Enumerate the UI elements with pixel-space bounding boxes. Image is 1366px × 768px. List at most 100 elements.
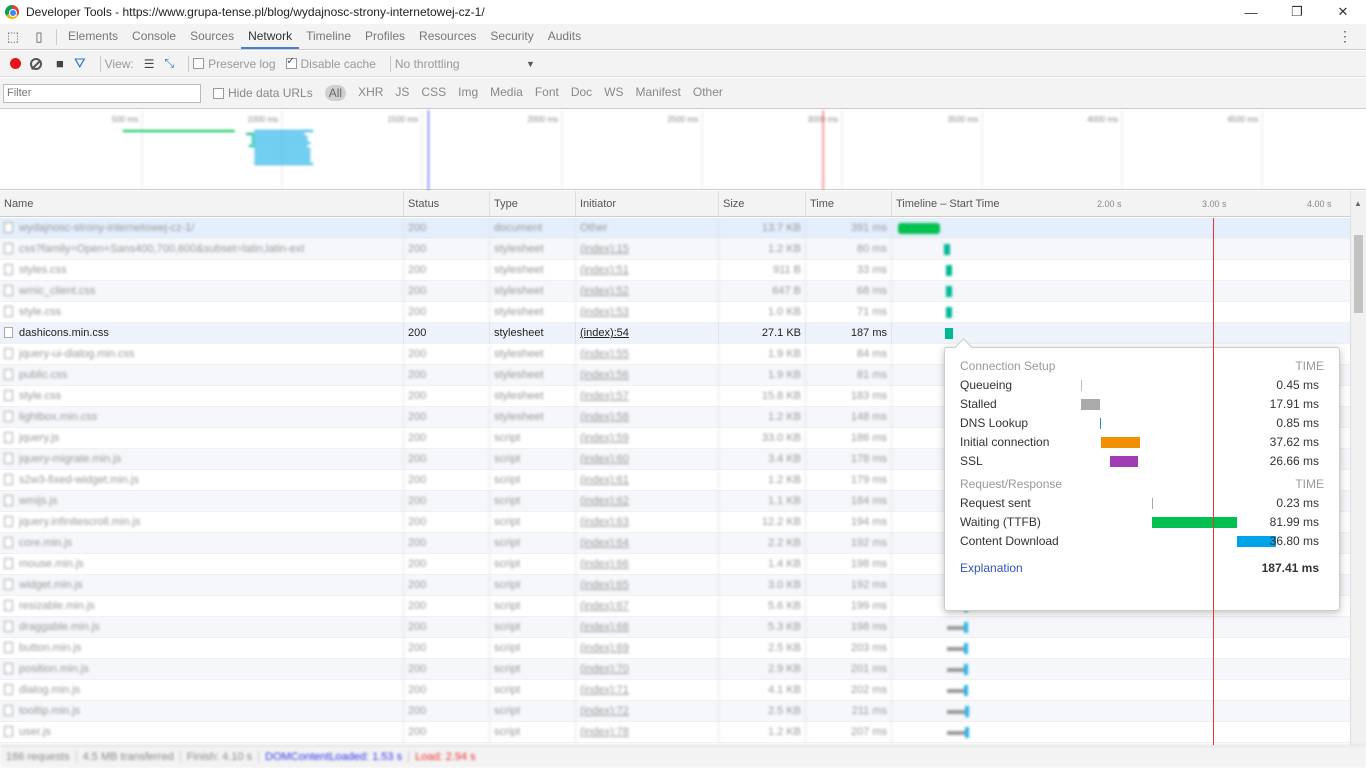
column-timeline[interactable]: Timeline – Start Time 2.00 s 3.00 s 4.00…: [892, 191, 1350, 216]
initiator-link[interactable]: (index):51: [580, 264, 629, 276]
more-options-icon[interactable]: ⋮: [1338, 28, 1352, 45]
tab-resources[interactable]: Resources: [412, 24, 483, 49]
name-cell[interactable]: dashicons.min.css: [0, 323, 404, 344]
name-cell[interactable]: jquery.infinitescroll.min.js: [0, 512, 404, 533]
name-cell[interactable]: position.min.js: [0, 659, 404, 680]
initiator-link[interactable]: (index):65: [580, 579, 629, 591]
table-row[interactable]: tooltip.min.js 200 script (index):72 2.5 KB 2…: [0, 701, 1350, 722]
initiator-link[interactable]: (index):67: [580, 600, 629, 612]
table-row[interactable]: draggable.min.js 200 script (index):68 5.3 K…: [0, 617, 1350, 638]
tab-sources[interactable]: Sources: [183, 24, 241, 49]
tab-security[interactable]: Security: [483, 24, 540, 49]
filter-type-other[interactable]: Other: [693, 85, 723, 101]
vertical-scrollbar[interactable]: ▲: [1350, 191, 1366, 745]
name-cell[interactable]: public.css: [0, 365, 404, 386]
table-row[interactable]: position.min.js 200 script (index):70 2.9 KB…: [0, 659, 1350, 680]
device-mode-icon[interactable]: ▯: [26, 25, 52, 49]
name-cell[interactable]: jquery-ui-dialog.min.css: [0, 344, 404, 365]
initiator-link[interactable]: (index):55: [580, 348, 629, 360]
initiator-link[interactable]: (index):66: [580, 558, 629, 570]
filter-type-manifest[interactable]: Manifest: [636, 85, 681, 101]
filter-icon[interactable]: ⛛: [74, 55, 86, 72]
initiator-link[interactable]: (index):56: [580, 369, 629, 381]
capture-screenshots-icon[interactable]: ■: [56, 56, 64, 71]
name-cell[interactable]: widget.min.js: [0, 575, 404, 596]
table-row[interactable]: dialog.min.js 200 script (index):71 4.1 KB 20…: [0, 680, 1350, 701]
filter-type-xhr[interactable]: XHR: [358, 85, 383, 101]
inspect-element-icon[interactable]: ⬚: [0, 25, 26, 49]
minimize-button[interactable]: —: [1228, 0, 1274, 24]
restore-button[interactable]: ❐: [1274, 0, 1320, 24]
name-cell[interactable]: wydajnosc-strony-internetowej-cz-1/: [0, 218, 404, 239]
initiator-link[interactable]: (index):54: [580, 327, 629, 339]
close-button[interactable]: ✕: [1320, 0, 1366, 24]
initiator-link[interactable]: (index):70: [580, 663, 629, 675]
column-name[interactable]: Name: [0, 191, 404, 216]
column-time[interactable]: Time: [806, 191, 892, 216]
clear-button[interactable]: [30, 57, 42, 70]
initiator-link[interactable]: (index):58: [580, 411, 629, 423]
initiator-link[interactable]: (index):72: [580, 705, 629, 717]
explanation-link[interactable]: Explanation: [960, 555, 1023, 581]
tab-elements[interactable]: Elements: [61, 24, 125, 49]
filter-type-ws[interactable]: WS: [604, 85, 623, 101]
filter-type-img[interactable]: Img: [458, 85, 478, 101]
filter-type-font[interactable]: Font: [535, 85, 559, 101]
name-cell[interactable]: s2w3-fixed-widget.min.js: [0, 470, 404, 491]
table-row[interactable]: styles.css 200 stylesheet (index):51 911 B 33…: [0, 260, 1350, 281]
initiator-link[interactable]: (index):63: [580, 516, 629, 528]
preserve-log-checkbox[interactable]: Preserve log: [193, 57, 276, 71]
name-cell[interactable]: core.min.js: [0, 533, 404, 554]
filter-type-media[interactable]: Media: [490, 85, 523, 101]
filter-type-all[interactable]: All: [324, 85, 347, 101]
tab-profiles[interactable]: Profiles: [358, 24, 412, 49]
name-cell[interactable]: styles.css: [0, 260, 404, 281]
name-cell[interactable]: css?family=Open+Sans400,700,600&subset=l…: [0, 239, 404, 260]
initiator-link[interactable]: (index):57: [580, 390, 629, 402]
throttling-select[interactable]: No throttling ▼: [395, 57, 535, 71]
table-row[interactable]: user.js 200 script (index):78 1.2 KB 207 ms: [0, 722, 1350, 743]
scrollbar-thumb[interactable]: [1354, 235, 1363, 313]
hide-data-urls-checkbox[interactable]: Hide data URLs: [213, 86, 313, 100]
tab-timeline[interactable]: Timeline: [299, 24, 358, 49]
checkbox-checked-icon[interactable]: [285, 56, 297, 69]
initiator-link[interactable]: (index):69: [580, 642, 629, 654]
initiator-link[interactable]: (index):62: [580, 495, 629, 507]
checkbox-icon[interactable]: [213, 87, 224, 99]
large-rows-icon[interactable]: ☰: [144, 57, 155, 71]
scroll-up-icon[interactable]: ▲: [1354, 199, 1362, 208]
name-cell[interactable]: tooltip.min.js: [0, 701, 404, 722]
record-button[interactable]: [10, 58, 21, 69]
name-cell[interactable]: wmic_client.css: [0, 281, 404, 302]
column-type[interactable]: Type: [490, 191, 576, 216]
table-row[interactable]: css?family=Open+Sans400,700,600&subset=l…: [0, 239, 1350, 260]
disable-cache-checkbox[interactable]: Disable cache: [285, 56, 376, 71]
filter-type-css[interactable]: CSS: [421, 85, 446, 101]
table-row[interactable]: button.min.js 200 script (index):69 2.5 KB 20…: [0, 638, 1350, 659]
initiator-link[interactable]: (index):59: [580, 432, 629, 444]
initiator-link[interactable]: (index):64: [580, 537, 629, 549]
table-row[interactable]: wmic_client.css 200 stylesheet (index):52 64…: [0, 281, 1350, 302]
initiator-link[interactable]: (index):52: [580, 285, 629, 297]
name-cell[interactable]: user.js: [0, 722, 404, 743]
table-row[interactable]: style.css 200 stylesheet (index):53 1.0 KB 71…: [0, 302, 1350, 323]
name-cell[interactable]: resizable.min.js: [0, 596, 404, 617]
table-row[interactable]: dashicons.min.css 200 stylesheet (index):54…: [0, 323, 1350, 344]
column-initiator[interactable]: Initiator: [576, 191, 719, 216]
initiator-link[interactable]: (index):61: [580, 474, 629, 486]
name-cell[interactable]: mouse.min.js: [0, 554, 404, 575]
name-cell[interactable]: style.css: [0, 302, 404, 323]
name-cell[interactable]: draggable.min.js: [0, 617, 404, 638]
name-cell[interactable]: style.css: [0, 386, 404, 407]
filter-type-doc[interactable]: Doc: [571, 85, 592, 101]
tab-network[interactable]: Network: [241, 24, 300, 49]
name-cell[interactable]: wmijs.js: [0, 491, 404, 512]
name-cell[interactable]: dialog.min.js: [0, 680, 404, 701]
tab-audits[interactable]: Audits: [541, 24, 588, 49]
tab-console[interactable]: Console: [125, 24, 183, 49]
name-cell[interactable]: button.min.js: [0, 638, 404, 659]
initiator-link[interactable]: (index):68: [580, 621, 629, 633]
initiator-link[interactable]: (index):78: [580, 726, 629, 738]
initiator-link[interactable]: (index):53: [580, 306, 629, 318]
name-cell[interactable]: jquery.js: [0, 428, 404, 449]
